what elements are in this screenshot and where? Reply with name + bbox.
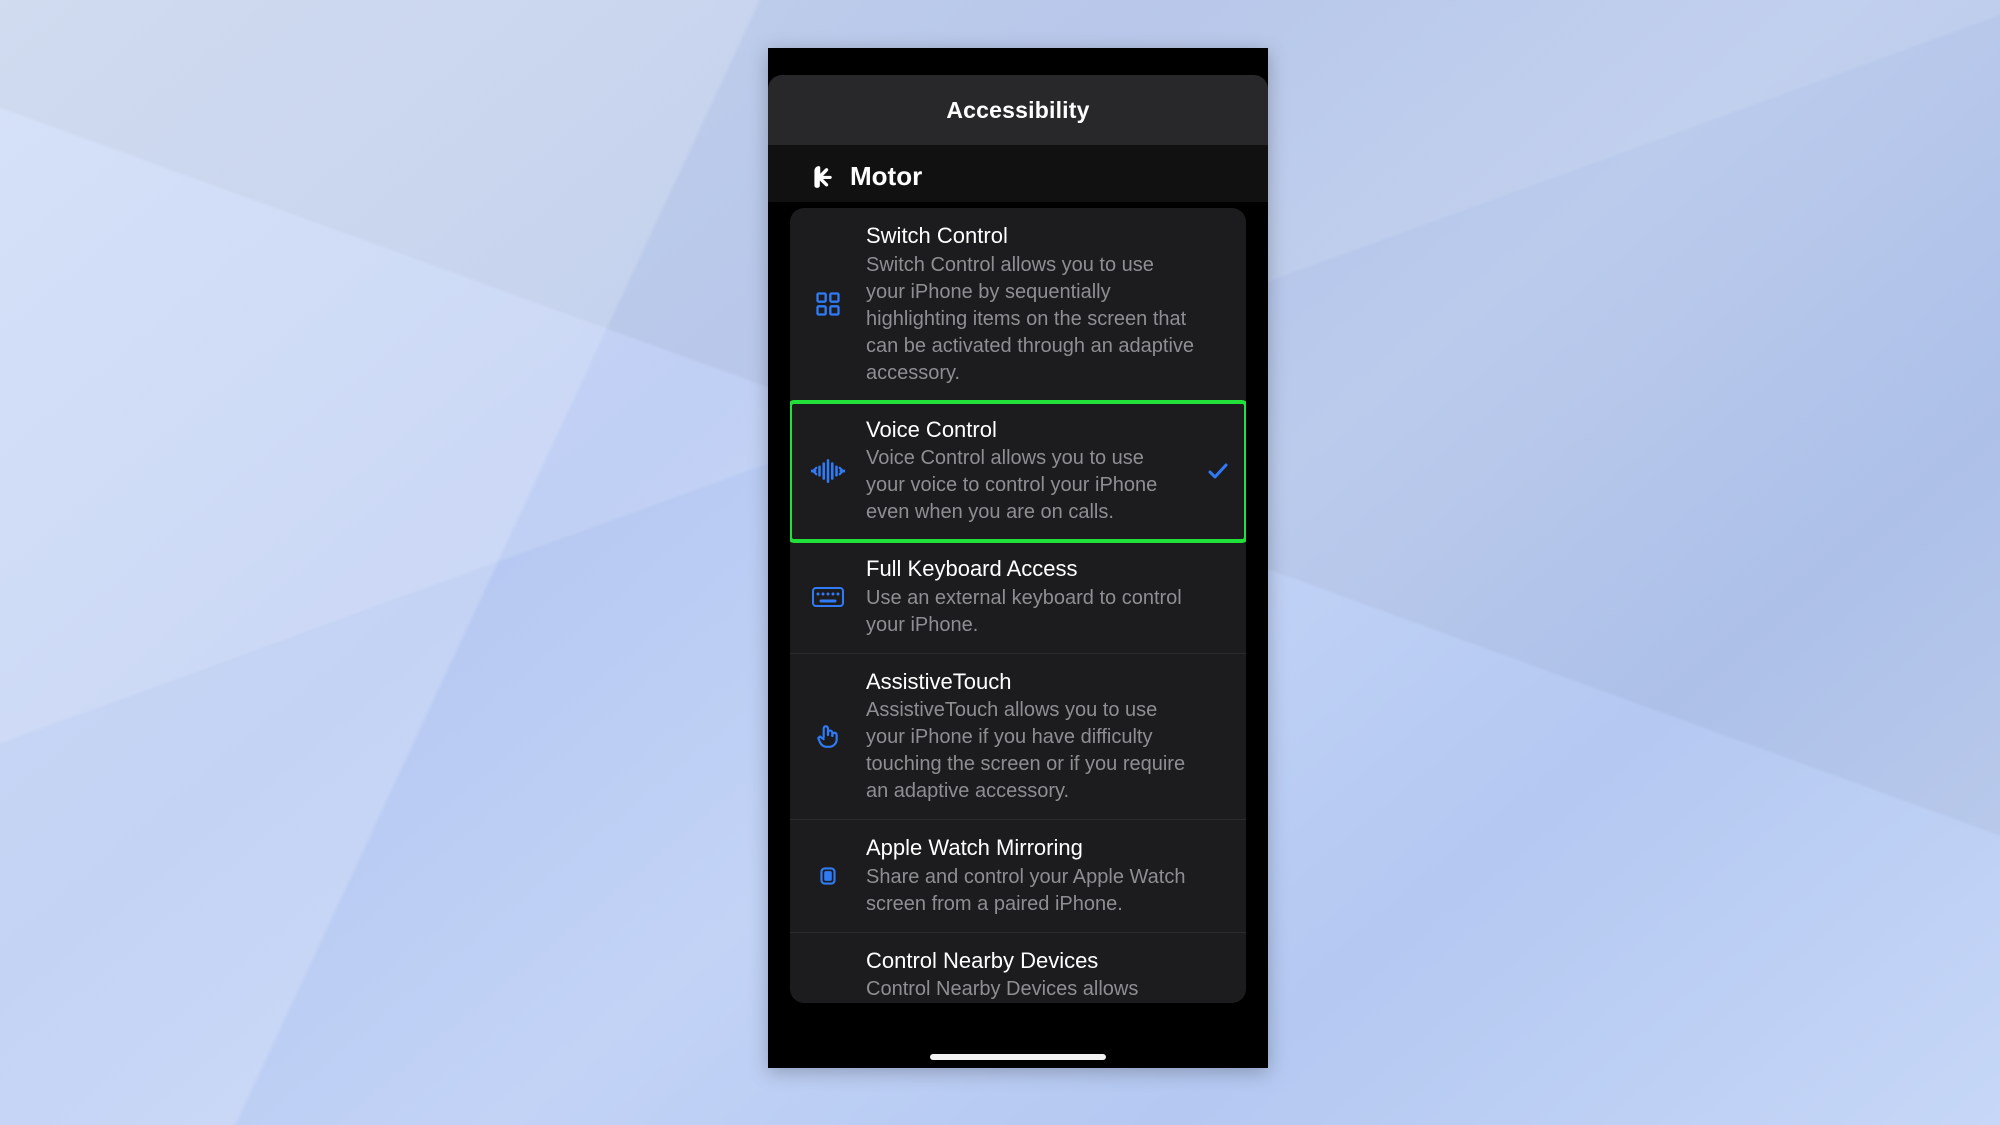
assistivetouch-hand-icon: [808, 716, 848, 756]
row-control-nearby-devices[interactable]: Control Nearby Devices Control Nearby De…: [790, 933, 1246, 1004]
page-title: Accessibility: [946, 97, 1089, 124]
row-texts: Full Keyboard Access Use an external key…: [866, 555, 1192, 639]
motor-options-list: Switch Control Switch Control allows you…: [790, 208, 1246, 1003]
row-texts: AssistiveTouch AssistiveTouch allows you…: [866, 668, 1204, 806]
checkmark-icon: [1206, 459, 1230, 483]
row-title: Voice Control: [866, 416, 1180, 444]
nav-header: Accessibility: [768, 75, 1268, 145]
row-apple-watch-mirroring[interactable]: Apple Watch Mirroring Share and control …: [790, 820, 1246, 933]
row-switch-control[interactable]: Switch Control Switch Control allows you…: [790, 208, 1246, 402]
row-desc: Control Nearby Devices allows: [866, 976, 1176, 1003]
row-desc: Use an external keyboard to control your…: [866, 585, 1184, 639]
row-title: AssistiveTouch: [866, 668, 1196, 696]
row-title: Switch Control: [866, 222, 1197, 250]
keyboard-icon: [808, 577, 848, 617]
row-title: Full Keyboard Access: [866, 555, 1184, 583]
row-texts: Apple Watch Mirroring Share and control …: [866, 834, 1196, 918]
row-full-keyboard-access[interactable]: Full Keyboard Access Use an external key…: [790, 541, 1246, 654]
row-texts: Switch Control Switch Control allows you…: [866, 222, 1205, 387]
voice-control-waveform-icon: [808, 451, 848, 491]
apple-watch-icon: [808, 856, 848, 896]
row-texts: Voice Control Voice Control allows you t…: [866, 416, 1188, 527]
status-bar: [768, 48, 1268, 75]
row-desc: Share and control your Apple Watch scree…: [866, 864, 1188, 918]
home-indicator[interactable]: [930, 1054, 1106, 1060]
row-desc: Switch Control allows you to use your iP…: [866, 252, 1197, 387]
switch-control-grid-icon: [808, 284, 848, 324]
row-voice-control[interactable]: Voice Control Voice Control allows you t…: [790, 402, 1246, 542]
row-assistivetouch[interactable]: AssistiveTouch AssistiveTouch allows you…: [790, 654, 1246, 821]
phone-frame: Accessibility Motor Switch Control Swit: [768, 48, 1268, 1068]
row-desc: AssistiveTouch allows you to use your iP…: [866, 697, 1196, 805]
motor-hand-icon: [808, 163, 836, 191]
section-header-motor: Motor: [768, 145, 1268, 202]
row-title: Apple Watch Mirroring: [866, 834, 1188, 862]
row-desc: Voice Control allows you to use your voi…: [866, 445, 1180, 526]
section-title-text: Motor: [850, 161, 922, 192]
row-title: Control Nearby Devices: [866, 947, 1176, 975]
row-texts: Control Nearby Devices Control Nearby De…: [866, 947, 1184, 1004]
